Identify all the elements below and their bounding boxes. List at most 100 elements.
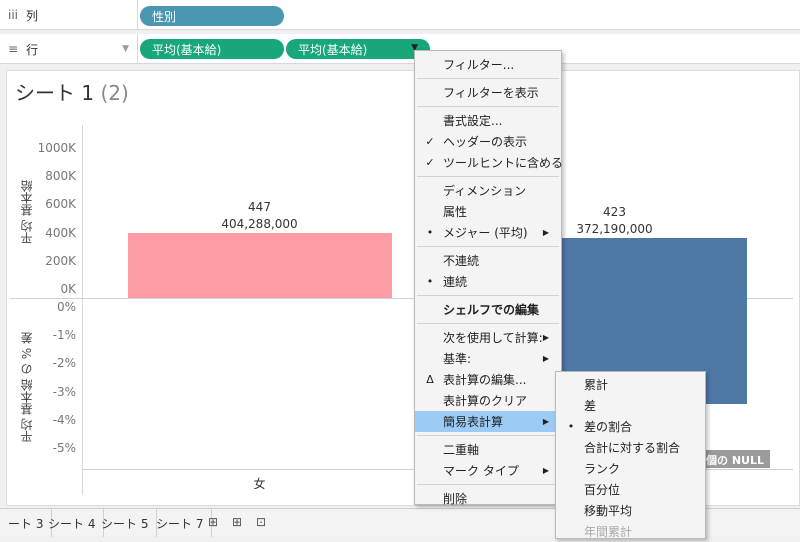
check-icon: ✓ [425,135,435,148]
context-menu-item[interactable]: ✓ ヘッダーの表示 [415,131,561,152]
rows-pill-1[interactable]: 平均(基本給) [140,39,284,59]
context-menu-label: 不連続 [443,254,480,268]
tab-sheet-7-label: シート 7 [156,516,204,531]
menu-separator [417,78,559,79]
tab-sheet-7[interactable]: シート 7 [148,509,213,537]
new-sheet-icon[interactable]: ⊞ [208,515,222,529]
sheet-title-count: (2) [100,81,129,105]
submenu-item[interactable]: 合計に対する割合 [556,437,705,458]
submenu-label: 年間累計 [584,525,633,539]
axis-divider [82,125,83,495]
submenu-item[interactable]: • 差の割合 [556,416,705,437]
columns-shelf-label: iii 列 [0,0,138,30]
context-menu-label: 表計算のクリア [443,394,528,408]
submenu-label: 差の割合 [584,420,633,434]
context-menu-item[interactable]: 基準: ▶ [415,348,561,369]
y-tick-bottom: -5% [52,441,76,455]
context-menu-label: ディメンション [443,184,527,198]
columns-shelf: iii 列 性別 [0,0,800,30]
context-menu-label: 簡易表計算 [443,415,504,429]
submenu-label: 合計に対する割合 [584,441,681,455]
submenu-label: 移動平均 [584,504,633,518]
rows-icon: ≡ [8,42,19,56]
context-menu-label: 表計算の編集... [443,373,527,387]
context-menu-item[interactable]: 削除 [415,488,561,509]
submenu-label: ランク [584,462,621,476]
y-tick-top: 600K [45,197,76,212]
context-menu-item[interactable]: • 連続 [415,271,561,292]
bullet-icon: • [426,226,434,239]
menu-separator [417,484,559,485]
submenu-arrow-icon: ▶ [542,417,549,426]
null-indicator-label: 個の NULL [706,454,764,467]
context-menu-label: 連続 [443,275,468,289]
submenu-item[interactable]: 年間累計 [556,521,705,542]
submenu-arrow-icon: ▶ [542,228,549,237]
context-menu-item[interactable]: 次を使用して計算: ▶ [415,327,561,348]
context-menu-item[interactable]: • メジャー (平均) ▶ [415,222,561,243]
submenu-arrow-icon: ▶ [542,354,549,363]
submenu-label: 百分位 [584,483,621,497]
context-menu-item[interactable]: 属性 [415,201,561,222]
bar-女[interactable] [127,232,392,298]
context-menu-item[interactable]: 二重軸 [415,439,561,460]
submenu-item[interactable]: 累計 [556,374,705,395]
context-menu-item[interactable]: フィルターを表示 [415,82,561,103]
context-menu-label: フィルターを表示 [443,86,539,100]
new-story-icon[interactable]: ⊡ [256,515,270,529]
y-tick-top: 400K [45,225,76,240]
context-menu-label: 基準: [443,352,472,366]
new-dashboard-icon[interactable]: ⊞ [232,515,246,529]
menu-separator [417,106,559,107]
submenu-label: 累計 [584,378,609,392]
menu-separator [417,176,559,177]
null-indicator[interactable]: 個の NULL [700,450,770,468]
context-menu-label: ツールヒントに含める [443,156,564,170]
columns-icon: iii [8,8,19,22]
data-label-line: 447 [248,199,271,214]
context-menu-label: フィルター... [443,58,515,72]
rows-pill-1-label: 平均(基本給) [152,42,222,57]
context-menu-item[interactable]: ディメンション [415,180,561,201]
context-menu-item[interactable]: 不連続 [415,250,561,271]
context-menu-label: 削除 [443,492,468,506]
context-menu-label: 二重軸 [443,443,480,457]
context-menu-label: 次を使用して計算: [443,331,543,345]
rows-shelf-label: ≡ 行 ▼ [0,34,138,64]
submenu-item[interactable]: ランク [556,458,705,479]
submenu-item[interactable]: 差 [556,395,705,416]
rows-pill-2-label: 平均(基本給) [298,42,368,57]
y-tick-bottom: -4% [52,412,76,427]
context-menu-item[interactable]: 書式設定... [415,110,561,131]
quick-table-calc-submenu: 累計差 • 差の割合合計に対する割合 ランク百分位移動平均年間累計 [555,371,706,539]
x-category-label: 女 [253,477,266,491]
y-tick-bottom: -1% [52,328,76,343]
rows-label: 行 [26,42,39,57]
context-menu-item[interactable]: マーク タイプ ▶ [415,460,561,481]
submenu-item[interactable]: 移動平均 [556,500,705,521]
sheet-title-text: シート 1 [15,81,95,105]
context-menu-item[interactable]: ✓ ツールヒントに含める [415,152,564,173]
check-icon: ✓ [425,156,435,169]
submenu-item[interactable]: 百分位 [556,479,705,500]
submenu-arrow-icon: ▶ [542,333,549,342]
y-tick-top: 1000K [37,141,76,155]
context-menu-item[interactable]: Δ 表計算の編集... [415,369,561,390]
columns-label: 列 [26,8,39,23]
context-menu-label: 属性 [443,205,468,219]
gender-pill[interactable]: 性別 [140,6,284,26]
y-tick-bottom: 0% [56,300,76,314]
context-menu-item[interactable]: 表計算のクリア [415,390,561,411]
submenu-label: 差 [584,399,597,413]
context-menu-item[interactable]: フィルター... [415,54,561,75]
bullet-icon: • [567,420,575,433]
context-menu-item[interactable]: 簡易表計算 ▶ [415,411,561,432]
rows-dropdown-icon[interactable]: ▼ [122,44,129,54]
rows-pill-2[interactable]: 平均(基本給) ▼ [286,39,430,59]
delta-icon: Δ [426,373,434,386]
y-tick-top: 200K [45,253,76,268]
context-menu-item[interactable]: シェルフでの編集 [415,299,561,320]
y-tick-top: 0K [60,282,76,296]
menu-separator [417,435,559,436]
menu-separator [417,295,559,296]
